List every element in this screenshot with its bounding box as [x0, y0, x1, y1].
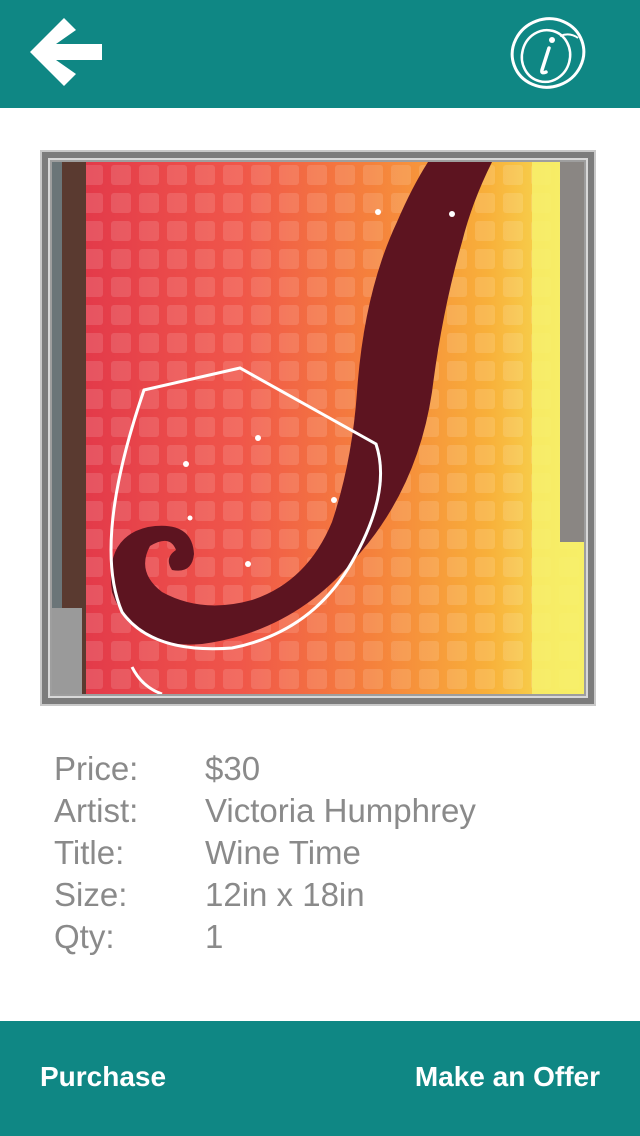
info-icon[interactable] [506, 10, 590, 96]
back-arrow-icon[interactable] [26, 14, 106, 90]
detail-label: Size: [54, 876, 128, 913]
detail-label: Title: [54, 834, 125, 871]
purchase-button[interactable]: Purchase [40, 1059, 166, 1095]
bottom-action-bar: Purchase Make an Offer [0, 1021, 640, 1136]
detail-row-artist: Artist: Victoria Humphrey [54, 790, 614, 832]
artwork-frame [40, 150, 596, 706]
detail-row-size: Size: 12in x 18in [54, 874, 614, 916]
artwork-details: Price: $30 Artist: Victoria Humphrey Tit… [54, 748, 614, 958]
make-offer-button[interactable]: Make an Offer [415, 1059, 600, 1095]
detail-row-qty: Qty: 1 [54, 916, 614, 958]
painting-wine-glass-image[interactable] [52, 162, 584, 694]
detail-value: $30 [205, 750, 261, 787]
detail-row-title: Title: Wine Time [54, 832, 614, 874]
detail-value: Wine Time [205, 834, 361, 871]
detail-value: Victoria Humphrey [205, 792, 476, 829]
detail-label: Qty: [54, 918, 115, 955]
detail-label: Price: [54, 750, 139, 787]
detail-value: 1 [205, 918, 224, 955]
detail-label: Artist: [54, 792, 139, 829]
detail-value: 12in x 18in [205, 876, 365, 913]
detail-row-price: Price: $30 [54, 748, 614, 790]
top-nav-bar [0, 0, 640, 108]
